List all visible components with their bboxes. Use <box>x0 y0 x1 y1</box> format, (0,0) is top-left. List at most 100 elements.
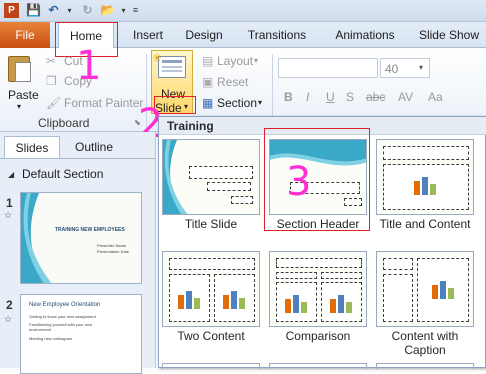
section-name[interactable]: Default Section <box>22 167 103 181</box>
underline-button[interactable]: U <box>326 90 335 104</box>
slide-number: 2 <box>6 298 13 312</box>
title-placeholder <box>383 258 413 270</box>
pane-divider <box>0 158 156 159</box>
customize-toolbar-icon[interactable]: ≡ <box>128 3 143 18</box>
title-placeholder <box>189 166 253 179</box>
save-icon[interactable]: 💾 <box>26 3 41 18</box>
slide-background-swoosh <box>21 193 141 283</box>
slides-pane: Slides Outline ◢ Default Section 1 ☆ TRA… <box>0 132 156 374</box>
layout-title-and-content[interactable] <box>376 139 474 215</box>
tab-transitions[interactable]: Transitions <box>240 22 314 48</box>
content-placeholder <box>276 282 317 322</box>
slide-transition-icon: ☆ <box>4 314 13 324</box>
heading-placeholder <box>321 272 362 279</box>
slide-title: TRAINING NEW EMPLOYEES <box>55 227 125 233</box>
layout-label: Comparison <box>285 329 351 343</box>
slide-subtitle: Presentation Date <box>97 249 130 254</box>
caption-placeholder <box>383 274 413 322</box>
layout-icon: ▤ <box>202 54 214 68</box>
content-placeholder <box>169 274 210 322</box>
slide-bullet: Meeting new colleagues <box>29 336 72 341</box>
character-spacing-button[interactable]: AV <box>398 90 413 104</box>
content-placeholder <box>383 164 469 210</box>
paste-dropdown-icon[interactable]: ▾ <box>17 102 21 111</box>
content-placeholder <box>417 258 469 322</box>
layout-title-slide[interactable] <box>162 139 260 215</box>
layout-label: Title Slide <box>184 217 238 231</box>
reset-icon: ▣ <box>202 75 214 89</box>
tab-slides[interactable]: Slides <box>4 136 60 158</box>
title-placeholder <box>169 258 255 270</box>
open-folder-icon[interactable]: 📂 <box>100 3 115 18</box>
layout-tile-partial <box>269 363 367 369</box>
font-size-box[interactable]: 40 ▾ <box>380 58 430 78</box>
font-size-dropdown-icon[interactable]: ▾ <box>419 63 423 72</box>
content-icons <box>330 295 352 313</box>
tab-outline[interactable]: Outline <box>64 136 124 158</box>
powerpoint-logo-icon[interactable]: P <box>4 3 19 18</box>
subtitle-placeholder <box>231 196 253 204</box>
layout-comparison[interactable] <box>269 251 367 327</box>
annotation-1: 1 <box>76 43 102 89</box>
tab-animations[interactable]: Animations <box>326 22 404 48</box>
content-icons <box>414 177 436 195</box>
content-icons <box>285 295 307 313</box>
layout-button[interactable]: Layout <box>217 54 253 68</box>
slide-number: 1 <box>6 196 13 210</box>
tab-design[interactable]: Design <box>178 22 230 48</box>
content-icons <box>432 281 454 299</box>
redo-icon[interactable]: ↻ <box>80 3 95 18</box>
layout-tile-partial <box>162 363 260 369</box>
annotation-3: 3 <box>286 159 312 205</box>
content-placeholder <box>321 282 362 322</box>
font-name-box[interactable] <box>278 58 378 78</box>
layout-content-with-caption[interactable] <box>376 251 474 327</box>
slide-bullet: Getting to know your new assignment <box>29 314 96 319</box>
change-case-button[interactable]: Aa <box>428 90 443 104</box>
slide-thumbnail[interactable]: New Employee Orientation Getting to know… <box>20 294 142 374</box>
section-dropdown-icon[interactable]: ▾ <box>258 98 262 107</box>
title-placeholder <box>383 146 469 160</box>
paste-button[interactable] <box>6 54 36 84</box>
clipboard-group-label: Clipboard <box>38 116 90 130</box>
undo-dropdown-icon[interactable]: ▾ <box>62 3 77 18</box>
undo-icon[interactable]: ↶ <box>46 3 61 18</box>
copy-icon: ❐ <box>46 74 57 88</box>
starburst-icon: ✳ <box>152 51 163 65</box>
slide-title: New Employee Orientation <box>29 302 101 308</box>
section-collapse-icon[interactable]: ◢ <box>8 170 14 179</box>
slide-transition-icon: ☆ <box>4 210 13 220</box>
slide-bullet: Familiarizing yourself with your new env… <box>29 322 93 332</box>
tab-file[interactable]: File <box>0 22 50 48</box>
reset-button[interactable]: Reset <box>217 75 248 89</box>
heading-placeholder <box>276 272 317 279</box>
slide-thumbnail[interactable]: TRAINING NEW EMPLOYEES Presenter Name Pr… <box>20 192 142 284</box>
paste-page-icon <box>15 62 31 82</box>
paste-label[interactable]: Paste <box>8 88 39 102</box>
slide-subtitle: Presenter Name <box>97 243 127 248</box>
italic-button[interactable]: I <box>306 90 309 104</box>
bold-button[interactable]: B <box>284 90 293 104</box>
new-slide-icon <box>158 56 186 78</box>
strikethrough-button[interactable]: abc <box>366 90 385 104</box>
content-placeholder <box>214 274 255 322</box>
layout-label: Two Content <box>177 329 245 343</box>
layout-tile-partial <box>376 363 474 369</box>
tab-slide-show[interactable]: Slide Show <box>412 22 486 48</box>
section-icon: ▦ <box>202 96 214 110</box>
title-placeholder <box>276 258 362 268</box>
subtitle-placeholder <box>207 182 251 191</box>
section-header-highlight-box <box>264 128 370 231</box>
layout-label: Title and Content <box>379 217 471 231</box>
section-button[interactable]: Section <box>217 96 257 110</box>
text-shadow-button[interactable]: S <box>346 90 354 104</box>
format-painter-icon: 🖌 <box>46 96 62 110</box>
font-size-value: 40 <box>385 62 399 76</box>
layout-two-content[interactable] <box>162 251 260 327</box>
layout-label: Content with Caption <box>391 329 459 357</box>
quick-access-toolbar: P 💾 ↶ ▾ ↻ 📂 ▾ ≡ <box>0 0 486 22</box>
content-icons <box>178 291 200 309</box>
tab-insert[interactable]: Insert <box>122 22 174 48</box>
layout-dropdown-icon[interactable]: ▾ <box>254 56 258 65</box>
format-painter-button[interactable]: Format Painter <box>64 96 143 110</box>
